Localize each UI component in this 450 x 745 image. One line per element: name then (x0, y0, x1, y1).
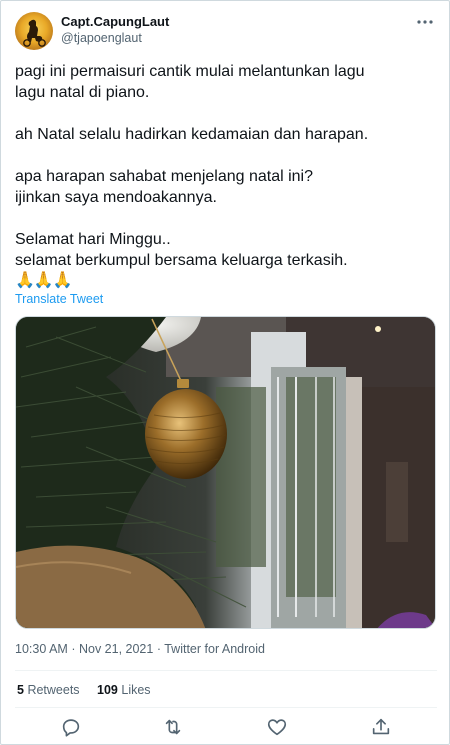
tweet-photo[interactable] (15, 316, 436, 629)
tweet-time[interactable]: 10:30 AM (15, 642, 68, 656)
retweets-stat[interactable]: 5 Retweets (17, 683, 80, 697)
meta-separator: · (156, 642, 161, 656)
like-icon[interactable] (266, 716, 288, 738)
retweets-label: Retweets (27, 683, 80, 697)
tweet-paragraph: Selamat hari Minggu.. selamat berkumpul … (15, 229, 435, 271)
tweet-text: pagi ini permaisuri cantik mulai melantu… (15, 61, 435, 291)
share-icon[interactable] (370, 716, 392, 738)
likes-count: 109 (97, 683, 118, 697)
divider (15, 670, 437, 671)
meta-separator: · (71, 642, 76, 656)
display-name[interactable]: Capt.CapungLaut (61, 14, 169, 30)
tweet-line: Selamat hari Minggu.. (15, 231, 171, 248)
more-options-icon[interactable] (415, 14, 435, 30)
tweet-line: ijinkan saya mendoakannya. (15, 189, 217, 206)
author-names: Capt.CapungLaut @tjapoenglaut (61, 14, 169, 46)
rider-avatar-icon (23, 19, 46, 47)
tweet-date[interactable]: Nov 21, 2021 (79, 642, 153, 656)
tweet-meta: 10:30 AM · Nov 21, 2021 · Twitter for An… (15, 642, 265, 656)
tweet-card: Capt.CapungLaut @tjapoenglaut pagi ini p… (0, 0, 450, 745)
avatar[interactable] (15, 12, 53, 50)
likes-stat[interactable]: 109 Likes (97, 683, 151, 697)
tweet-source[interactable]: Twitter for Android (164, 642, 265, 656)
handle[interactable]: @tjapoenglaut (61, 30, 169, 46)
tweet-stats: 5 Retweets 109 Likes (17, 683, 165, 697)
tweet-line: pagi ini permaisuri cantik mulai melantu… (15, 63, 365, 80)
tweet-paragraph: pagi ini permaisuri cantik mulai melantu… (15, 61, 435, 103)
tweet-paragraph: apa harapan sahabat menjelang natal ini?… (15, 166, 435, 208)
tweet-paragraph: ah Natal selalu hadirkan kedamaian dan h… (15, 124, 435, 145)
tweet-line: selamat berkumpul bersama keluarga terka… (15, 252, 348, 269)
translate-tweet-link[interactable]: Translate Tweet (15, 292, 103, 306)
tweet-line: ah Natal selalu hadirkan kedamaian dan h… (15, 126, 369, 143)
tweet-header: Capt.CapungLaut @tjapoenglaut (15, 12, 437, 52)
retweet-icon[interactable] (162, 716, 184, 738)
divider (15, 707, 437, 708)
retweets-count: 5 (17, 683, 24, 697)
likes-label: Likes (121, 683, 151, 697)
tweet-line: apa harapan sahabat menjelang natal ini? (15, 168, 314, 185)
tweet-actions (1, 714, 450, 742)
reply-icon[interactable] (60, 716, 82, 738)
folded-hands-emoji: 🙏🙏🙏 (15, 272, 73, 289)
christmas-ornament-photo (16, 317, 435, 628)
tweet-line: lagu natal di piano. (15, 84, 150, 101)
